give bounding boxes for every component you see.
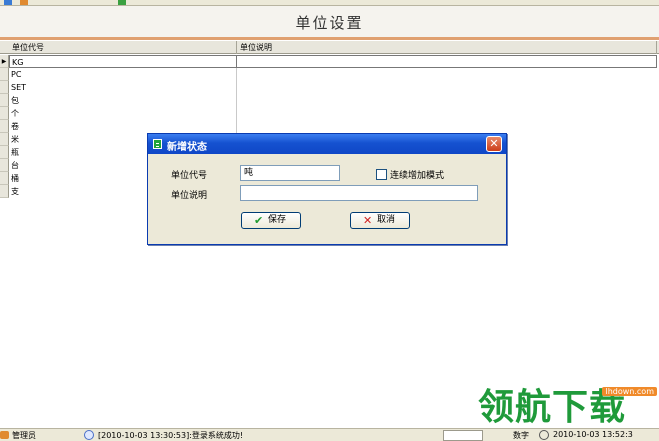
table-row[interactable]: ▶ KG xyxy=(0,55,659,68)
watermark-logo: 领航下载 lhdown.com xyxy=(474,386,659,428)
unit-desc-input[interactable] xyxy=(240,185,478,201)
status-message: [2010-10-03 13:30:53]:登录系统成功! xyxy=(98,431,244,440)
unit-code-label: 单位代号 xyxy=(171,171,208,181)
unit-desc-cell[interactable] xyxy=(237,94,657,107)
status-user: 管理员 xyxy=(12,431,36,440)
unit-desc-cell[interactable] xyxy=(237,81,657,94)
row-indicator[interactable] xyxy=(0,94,9,107)
status-datetime: 2010-10-03 13:52:3 xyxy=(553,430,633,439)
unit-desc-cell[interactable] xyxy=(237,55,657,68)
toolbar-icon-2[interactable] xyxy=(20,0,28,5)
cancel-button[interactable]: ✕ 取消 xyxy=(350,212,410,229)
user-icon xyxy=(0,431,9,439)
unit-code-cell[interactable]: PC xyxy=(9,68,237,81)
dialog-title: 新增状态 xyxy=(167,142,207,153)
table-row[interactable]: SET xyxy=(0,81,659,94)
title-banner: 单位设置 xyxy=(0,6,659,40)
row-indicator[interactable] xyxy=(0,146,9,159)
continuous-add-checkbox[interactable] xyxy=(376,169,387,180)
watermark-url: lhdown.com xyxy=(602,387,657,396)
status-blank-panel xyxy=(443,430,483,441)
row-indicator[interactable] xyxy=(0,81,9,94)
clock-icon xyxy=(539,430,549,440)
cancel-button-label: 取消 xyxy=(377,215,396,225)
x-icon: ✕ xyxy=(363,214,373,227)
new-unit-dialog: 新增状态 ✕ 单位代号 吨 连续增加模式 单位说明 ✔ 保存 ✕ 取消 xyxy=(147,133,507,245)
unit-code-cell[interactable]: SET xyxy=(9,81,237,94)
table-row[interactable]: PC xyxy=(0,68,659,81)
continuous-add-label[interactable]: 连续增加模式 xyxy=(390,168,444,181)
unit-code-cell[interactable]: 包 xyxy=(9,94,237,107)
row-indicator[interactable]: ▶ xyxy=(0,55,9,68)
row-indicator[interactable] xyxy=(0,107,9,120)
message-icon xyxy=(84,430,94,440)
table-row[interactable]: 包 xyxy=(0,94,659,107)
unit-desc-cell[interactable] xyxy=(237,120,657,133)
unit-code-cell[interactable]: 个 xyxy=(9,107,237,120)
table-row[interactable]: 个 xyxy=(0,107,659,120)
unit-desc-cell[interactable] xyxy=(237,107,657,120)
column-header-desc[interactable]: 单位说明 xyxy=(237,41,657,54)
grid-header: 单位代号 单位说明 xyxy=(0,41,659,54)
dialog-titlebar[interactable]: 新增状态 ✕ xyxy=(148,134,506,154)
unit-desc-label: 单位说明 xyxy=(171,191,208,201)
row-indicator[interactable] xyxy=(0,120,9,133)
toolbar-icon-3[interactable] xyxy=(118,0,126,5)
close-button[interactable]: ✕ xyxy=(486,136,502,152)
row-indicator[interactable] xyxy=(0,68,9,81)
column-header-code[interactable]: 单位代号 xyxy=(9,41,237,54)
save-button[interactable]: ✔ 保存 xyxy=(241,212,301,229)
toolbar-icon-1[interactable] xyxy=(4,0,12,5)
page-title: 单位设置 xyxy=(295,14,364,32)
unit-code-input[interactable]: 吨 xyxy=(240,165,340,181)
row-indicator[interactable] xyxy=(0,159,9,172)
row-indicator[interactable] xyxy=(0,172,9,185)
save-button-label: 保存 xyxy=(268,215,287,225)
unit-desc-cell[interactable] xyxy=(237,68,657,81)
checkmark-icon: ✔ xyxy=(254,214,264,227)
status-input-mode: 数字 xyxy=(513,431,529,440)
table-row[interactable]: 卷 xyxy=(0,120,659,133)
unit-code-cell[interactable]: KG xyxy=(9,55,237,68)
row-indicator[interactable] xyxy=(0,133,9,146)
dialog-app-icon xyxy=(153,139,162,149)
status-bar: 管理员 [2010-10-03 13:30:53]:登录系统成功! 数字 201… xyxy=(0,428,659,441)
unit-code-cell[interactable]: 卷 xyxy=(9,120,237,133)
row-indicator[interactable] xyxy=(0,185,9,198)
